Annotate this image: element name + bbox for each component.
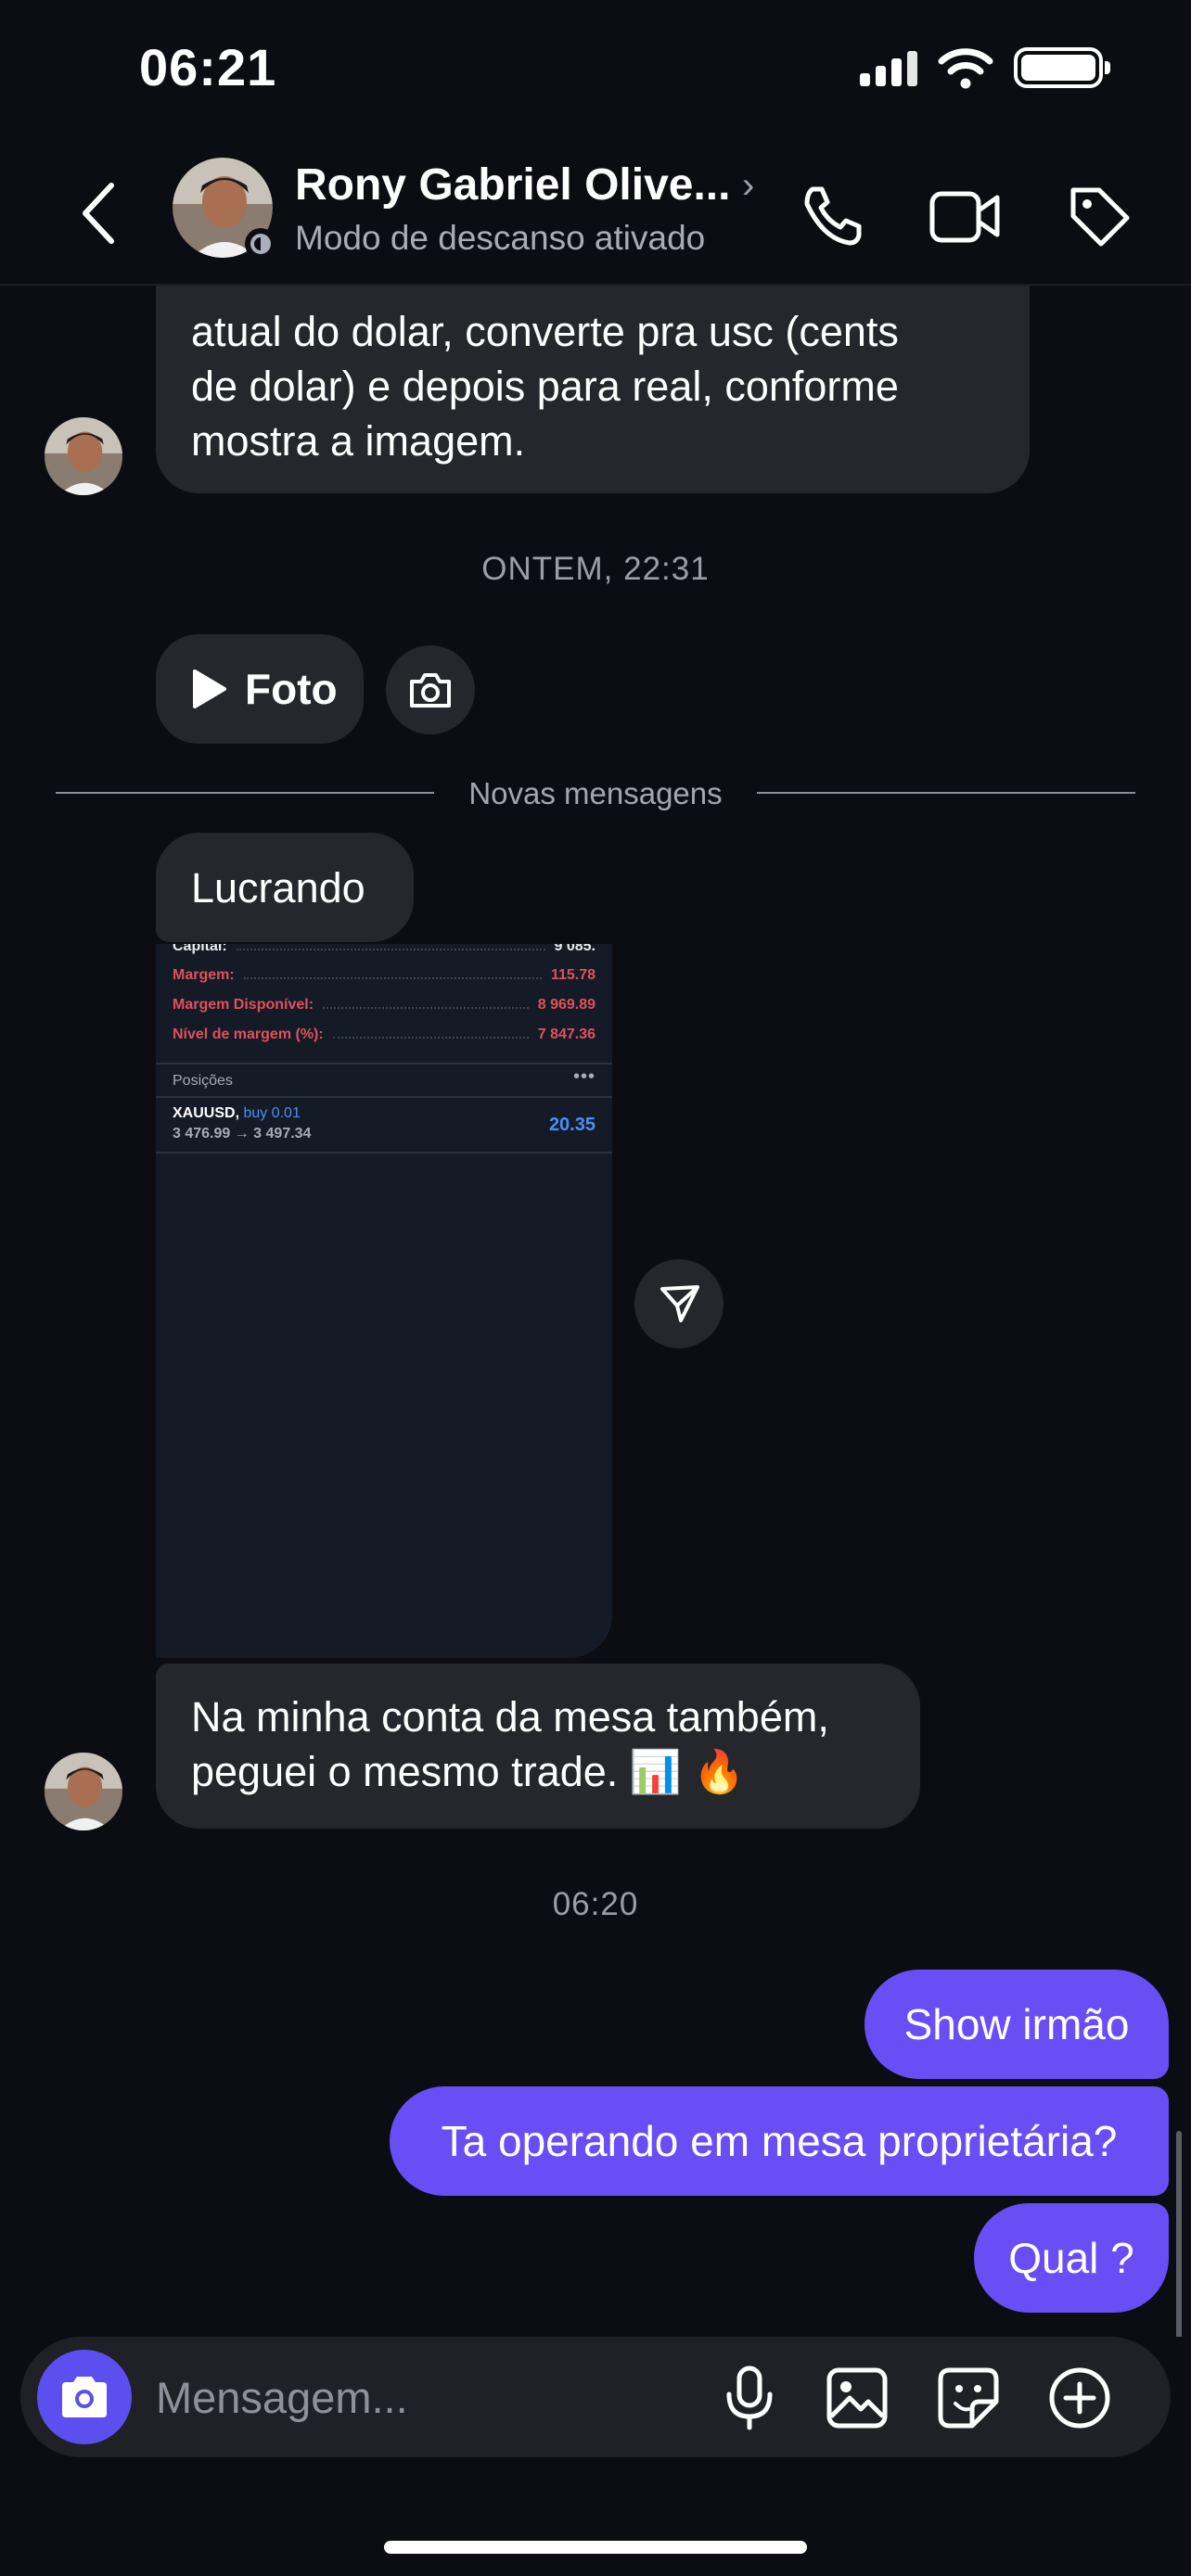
sticker-button[interactable] xyxy=(933,2363,1004,2433)
message-line: atual do dolar, converte pra usc (cents xyxy=(191,308,899,355)
contact-name[interactable]: Rony Gabriel Olive... xyxy=(295,159,730,210)
ss-value: 8 969.89 xyxy=(537,997,596,1013)
cellular-signal-icon xyxy=(860,49,917,86)
ss-value: 9 085. xyxy=(554,944,596,954)
ss-positions-label: Posições xyxy=(173,1073,233,1089)
message-line: Na minha conta da mesa também, xyxy=(191,1693,829,1741)
phone-icon xyxy=(804,186,862,246)
message-text: Qual ? xyxy=(1008,2234,1134,2282)
ss-row: Margem Disponível: 8 969.89 xyxy=(173,997,596,1014)
plus-circle-icon xyxy=(1049,2367,1110,2429)
contact-avatar[interactable] xyxy=(173,158,276,260)
chevron-right-icon[interactable]: › xyxy=(742,165,754,207)
incoming-message[interactable]: Na minha conta da mesa também, peguei o … xyxy=(156,1664,920,1829)
camera-icon xyxy=(410,673,451,708)
add-button[interactable] xyxy=(1044,2363,1115,2433)
outgoing-message[interactable]: Ta operando em mesa proprietária? xyxy=(390,2086,1169,2196)
ss-label: Margem Disponível: xyxy=(173,997,314,1013)
timestamp: 06:20 xyxy=(552,1886,639,1922)
microphone-icon xyxy=(726,2366,773,2430)
tag-button[interactable] xyxy=(1057,174,1141,258)
view-once-photo-message[interactable]: Foto xyxy=(156,634,364,744)
message-text: Lucrando xyxy=(191,863,365,912)
message-composer xyxy=(20,2337,1171,2457)
play-icon xyxy=(193,670,226,708)
wifi-icon xyxy=(938,48,993,89)
battery-icon xyxy=(1014,47,1110,88)
video-call-button[interactable] xyxy=(924,174,1007,258)
outgoing-message[interactable]: Show irmão xyxy=(864,1970,1169,2079)
message-input[interactable] xyxy=(156,2369,675,2425)
incoming-message[interactable]: Lucrando xyxy=(156,833,414,942)
ss-prices: 3 476.99 → 3 497.34 xyxy=(173,1126,312,1141)
camera-button[interactable] xyxy=(37,2350,132,2444)
ss-symbol-name: XAUUSD, xyxy=(173,1105,240,1121)
ss-divider xyxy=(156,1152,612,1154)
ss-symbol: XAUUSD, buy 0.01 xyxy=(173,1105,301,1122)
timestamp: ONTEM, 22:31 xyxy=(481,551,710,587)
contact-status: Modo de descanso ativado xyxy=(295,219,706,257)
more-icon: ••• xyxy=(572,1066,596,1087)
rest-mode-icon xyxy=(245,228,276,260)
image-message[interactable]: Capital: 9 085. Margem: 115.78 Margem Disp… xyxy=(156,944,612,1658)
home-indicator[interactable] xyxy=(384,2541,807,2554)
back-button[interactable] xyxy=(72,176,128,250)
ss-label: Nível de margem (%): xyxy=(173,1027,324,1042)
message-line: peguei o mesmo trade. 📊 🔥 xyxy=(191,1748,746,1795)
status-bar: 06:21 xyxy=(0,0,1191,139)
share-button[interactable] xyxy=(634,1259,724,1348)
status-icons xyxy=(860,46,1110,89)
divider-line-right xyxy=(757,792,1135,794)
contact-avatar-small[interactable] xyxy=(45,1753,122,1830)
ss-row: Capital: 9 085. xyxy=(173,944,596,955)
microphone-button[interactable] xyxy=(714,2363,785,2433)
voice-call-button[interactable] xyxy=(790,174,874,258)
new-messages-divider: Novas mensagens xyxy=(468,776,723,810)
camera-reply-button[interactable] xyxy=(386,645,475,734)
message-text: Ta operando em mesa proprietária? xyxy=(441,2117,1118,2165)
chat-header: Rony Gabriel Olive... › Modo de descanso… xyxy=(0,139,1191,286)
ss-label: Margem: xyxy=(173,967,235,983)
sticker-icon xyxy=(938,2367,999,2429)
message-list[interactable]: atual do dolar, converte pra usc (cents … xyxy=(0,286,1191,2337)
ss-positions-header: Posições ••• xyxy=(156,1063,612,1098)
ss-row: Margem: 115.78 xyxy=(173,967,596,984)
contact-avatar-small[interactable] xyxy=(45,417,122,495)
outgoing-message[interactable]: Qual ? xyxy=(974,2203,1169,2313)
status-time: 06:21 xyxy=(139,38,277,96)
message-text: Show irmão xyxy=(903,2000,1130,2048)
ss-value: 7 847.36 xyxy=(537,1027,596,1042)
ss-profit: 20.35 xyxy=(548,1115,596,1135)
video-camera-icon xyxy=(929,191,1000,243)
scrollbar[interactable] xyxy=(1176,2131,1182,2337)
ss-label: Capital: xyxy=(173,944,227,954)
camera-icon xyxy=(62,2377,107,2417)
ss-value: 115.78 xyxy=(550,967,596,983)
message-line: de dolar) e depois para real, conforme xyxy=(191,363,899,410)
send-icon xyxy=(660,1285,699,1322)
tag-icon xyxy=(1070,187,1130,247)
gallery-button[interactable] xyxy=(822,2363,892,2433)
image-icon xyxy=(826,2367,888,2429)
incoming-message[interactable]: atual do dolar, converte pra usc (cents … xyxy=(156,286,1030,493)
photo-label: Foto xyxy=(245,664,338,713)
message-line: mostra a imagem. xyxy=(191,417,526,465)
ss-row: Nível de margem (%): 7 847.36 xyxy=(173,1027,596,1043)
ss-side: buy 0.01 xyxy=(243,1105,301,1121)
